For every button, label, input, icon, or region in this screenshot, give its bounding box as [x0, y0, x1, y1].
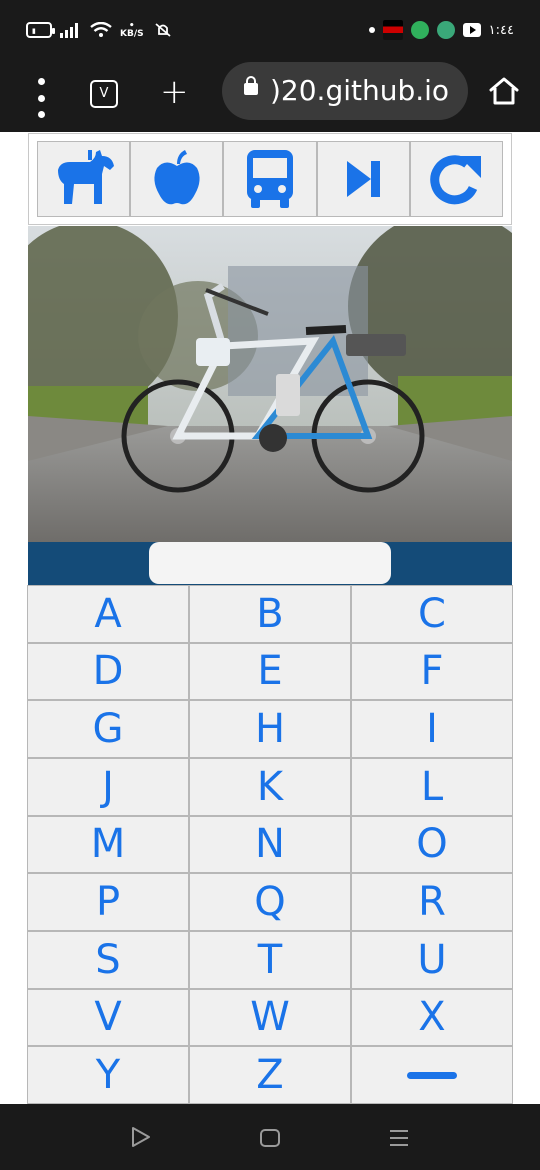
- key-z[interactable]: Z: [189, 1046, 351, 1104]
- redo-icon: [430, 155, 482, 205]
- answer-bar: [28, 542, 512, 585]
- status-left: ▮ • KB/S: [26, 22, 174, 39]
- key-t[interactable]: T: [189, 931, 351, 989]
- skip-next-icon: [347, 161, 381, 197]
- menu-icon[interactable]: [34, 78, 48, 118]
- status-right: ١:٤٤: [368, 20, 514, 40]
- answer-field[interactable]: [149, 542, 391, 584]
- key-i[interactable]: I: [351, 700, 513, 758]
- key-a[interactable]: A: [27, 585, 189, 643]
- status-bar: ▮ • KB/S ١:٤٤: [0, 0, 540, 62]
- recent-apps-icon[interactable]: [388, 1128, 410, 1148]
- key-s[interactable]: S: [27, 931, 189, 989]
- fruits-category-button[interactable]: [130, 141, 224, 217]
- skip-button[interactable]: [316, 141, 410, 217]
- key-v[interactable]: V: [27, 988, 189, 1047]
- home-button-icon[interactable]: [259, 1128, 281, 1148]
- key-w[interactable]: W: [189, 988, 351, 1047]
- key-k[interactable]: K: [189, 758, 351, 816]
- key-d[interactable]: D: [27, 642, 189, 701]
- restart-button[interactable]: [409, 141, 504, 217]
- key-x[interactable]: X: [351, 988, 513, 1047]
- space-bar-icon: [407, 1071, 457, 1079]
- key-u[interactable]: U: [351, 931, 513, 989]
- key-m[interactable]: M: [27, 815, 189, 874]
- key-q[interactable]: Q: [189, 873, 351, 931]
- key-l[interactable]: L: [351, 758, 513, 816]
- key-p[interactable]: P: [27, 873, 189, 931]
- game-toolbar: [28, 133, 512, 225]
- new-tab-button[interactable]: +: [160, 70, 189, 114]
- upload-icon: [436, 21, 455, 39]
- vehicles-category-button[interactable]: [223, 141, 317, 217]
- url-text: )20.github.io: [270, 74, 450, 107]
- key-space[interactable]: [351, 1046, 513, 1104]
- mute-bell-icon: [155, 23, 171, 37]
- key-h[interactable]: H: [189, 700, 351, 758]
- flag-icon: [382, 20, 403, 40]
- lock-icon: [244, 76, 258, 95]
- key-g[interactable]: G: [27, 700, 189, 758]
- network-speed: • KB/S: [120, 22, 144, 39]
- wifi-icon: [90, 22, 112, 37]
- key-c[interactable]: C: [351, 585, 513, 643]
- apple-icon: [154, 150, 200, 205]
- battery-icon: ▮: [26, 22, 55, 38]
- browser-toolbar: V + )20.github.io: [0, 62, 540, 132]
- system-nav-bar: [0, 1104, 540, 1170]
- key-j[interactable]: J: [27, 758, 189, 816]
- bicycle-photo: [28, 226, 512, 542]
- horse-icon: [57, 150, 114, 204]
- key-o[interactable]: O: [351, 815, 513, 874]
- key-r[interactable]: R: [351, 873, 513, 931]
- letter-keyboard: A B C D E F G H I J K L M N O P Q R S T …: [27, 585, 513, 1104]
- network-speed-unit: KB/S: [120, 29, 144, 39]
- signal-icon: [60, 23, 78, 38]
- bus-icon: [247, 150, 293, 208]
- key-n[interactable]: N: [189, 815, 351, 874]
- home-icon[interactable]: [488, 76, 520, 106]
- puzzle-photo: [28, 226, 512, 542]
- key-e[interactable]: E: [189, 642, 351, 701]
- notification-dot-icon: [368, 27, 375, 33]
- animals-category-button[interactable]: [37, 141, 131, 217]
- youtube-icon: [462, 23, 481, 37]
- clock: ١:٤٤: [488, 22, 514, 38]
- key-b[interactable]: B: [189, 585, 351, 643]
- phone-icon: [410, 21, 429, 39]
- address-bar[interactable]: )20.github.io: [222, 62, 468, 120]
- key-f[interactable]: F: [351, 642, 513, 701]
- back-icon[interactable]: [130, 1126, 152, 1148]
- tab-switcher-button[interactable]: V: [90, 80, 118, 108]
- key-y[interactable]: Y: [27, 1046, 189, 1104]
